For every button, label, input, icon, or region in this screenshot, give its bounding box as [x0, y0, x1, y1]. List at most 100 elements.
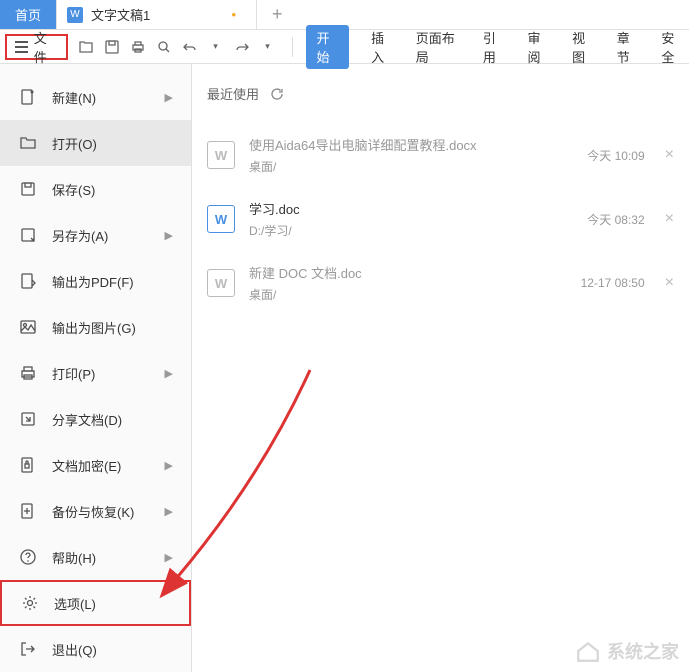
- divider: [292, 37, 293, 57]
- sidebar-item-label: 帮助(H): [52, 548, 96, 567]
- sidebar-item-new[interactable]: 新建(N) ▶: [0, 74, 191, 120]
- sidebar-item-label: 退出(Q): [52, 640, 97, 659]
- sidebar-item-label: 输出为PDF(F): [52, 272, 134, 291]
- remove-recent-icon[interactable]: ×: [665, 146, 674, 164]
- new-icon: [18, 87, 38, 107]
- modified-indicator: •: [231, 7, 236, 22]
- tab-document[interactable]: W 文字文稿1 •: [57, 0, 257, 29]
- redo-icon[interactable]: [232, 37, 252, 57]
- file-name: 使用Aida64导出电脑详细配置教程.docx: [249, 135, 587, 154]
- file-info: 学习.doc D:/学习/: [249, 199, 587, 239]
- word-file-icon: W: [207, 269, 235, 297]
- sidebar-item-label: 保存(S): [52, 180, 95, 199]
- sidebar-item-image[interactable]: 输出为图片(G): [0, 304, 191, 350]
- menu-chapter[interactable]: 章节: [617, 28, 640, 66]
- remove-recent-icon[interactable]: ×: [665, 210, 674, 228]
- sidebar-item-open[interactable]: 打开(O): [0, 120, 191, 166]
- exit-icon: [18, 639, 38, 659]
- sidebar-item-label: 文档加密(E): [52, 456, 121, 475]
- word-doc-icon: W: [67, 7, 83, 23]
- recent-content: 最近使用 W使用Aida64导出电脑详细配置教程.docx桌面/今天 10:09…: [192, 64, 689, 672]
- sidebar-item-encrypt[interactable]: 文档加密(E) ▶: [0, 442, 191, 488]
- tab-document-title: 文字文稿1: [91, 5, 150, 24]
- toolbar: 文件 ▾ ▾ 开始 插入 页面布局 引用 审阅 视图 章节 安全: [0, 30, 689, 64]
- hamburger-icon: [15, 41, 28, 53]
- file-list: W使用Aida64导出电脑详细配置教程.docx桌面/今天 10:09×W学习.…: [207, 123, 674, 315]
- file-name: 学习.doc: [249, 199, 587, 218]
- chevron-right-icon: ▶: [165, 459, 173, 472]
- options-icon: [20, 593, 40, 613]
- watermark-logo-icon: [575, 638, 601, 664]
- chevron-right-icon: ▶: [165, 505, 173, 518]
- sidebar-item-exit[interactable]: 退出(Q): [0, 626, 191, 672]
- file-sidebar: 新建(N) ▶ 打开(O) 保存(S) 另存为(A)▶ 输出为PDF(F) 输出为图片(G)…: [0, 64, 192, 672]
- redo-dropdown-icon[interactable]: ▾: [258, 37, 278, 57]
- save-icon[interactable]: [102, 37, 122, 57]
- saveas-icon: [18, 225, 38, 245]
- sidebar-item-label: 输出为图片(G): [52, 318, 136, 337]
- refresh-icon[interactable]: [269, 86, 285, 102]
- file-name: 新建 DOC 文档.doc: [249, 263, 581, 282]
- help-icon: [18, 547, 38, 567]
- quick-access-toolbar: ▾ ▾: [76, 37, 278, 57]
- menu-insert[interactable]: 插入: [371, 28, 394, 66]
- menu-start[interactable]: 开始: [306, 25, 349, 69]
- sidebar-item-label: 新建(N): [52, 88, 96, 107]
- menu-security[interactable]: 安全: [661, 28, 684, 66]
- tab-add-button[interactable]: +: [257, 0, 298, 29]
- open-folder-icon[interactable]: [76, 37, 96, 57]
- file-time: 今天 08:32: [587, 211, 644, 228]
- menu-review[interactable]: 审阅: [528, 28, 551, 66]
- chevron-right-icon: ▶: [165, 367, 173, 380]
- sidebar-item-print[interactable]: 打印(P) ▶: [0, 350, 191, 396]
- file-path: 桌面/: [249, 158, 587, 175]
- print-icon: [18, 363, 38, 383]
- share-icon: [18, 409, 38, 429]
- tab-home[interactable]: 首页: [0, 0, 57, 29]
- word-file-icon: W: [207, 141, 235, 169]
- file-menu-label: 文件: [34, 28, 58, 66]
- file-info: 新建 DOC 文档.doc 桌面/: [249, 263, 581, 303]
- sidebar-item-label: 备份与恢复(K): [52, 502, 134, 521]
- undo-dropdown-icon[interactable]: ▾: [206, 37, 226, 57]
- remove-recent-icon[interactable]: ×: [665, 274, 674, 292]
- file-path: 桌面/: [249, 286, 581, 303]
- recent-file-row[interactable]: W 学习.doc D:/学习/今天 08:32 ×: [207, 187, 674, 251]
- watermark: 系统之家: [575, 638, 679, 664]
- sidebar-item-label: 分享文档(D): [52, 410, 122, 429]
- chevron-right-icon: ▶: [165, 91, 173, 104]
- print-icon[interactable]: [128, 37, 148, 57]
- file-info: 使用Aida64导出电脑详细配置教程.docx 桌面/: [249, 135, 587, 175]
- main-area: 新建(N) ▶ 打开(O) 保存(S) 另存为(A)▶ 输出为PDF(F) 输出为图片(G)…: [0, 64, 689, 672]
- sidebar-item-pdf[interactable]: 输出为PDF(F): [0, 258, 191, 304]
- undo-icon[interactable]: [180, 37, 200, 57]
- recent-header: 最近使用: [207, 84, 674, 103]
- sidebar-item-saveas[interactable]: 另存为(A)▶: [0, 212, 191, 258]
- save-icon: [18, 179, 38, 199]
- preview-icon[interactable]: [154, 37, 174, 57]
- sidebar-item-backup[interactable]: 备份与恢复(K) ▶: [0, 488, 191, 534]
- menu-page-layout[interactable]: 页面布局: [416, 28, 461, 66]
- sidebar-item-label: 打开(O): [52, 134, 97, 153]
- file-time: 12-17 08:50: [581, 276, 645, 290]
- backup-icon: [18, 501, 38, 521]
- watermark-text: 系统之家: [607, 638, 679, 664]
- file-path: D:/学习/: [249, 222, 587, 239]
- sidebar-item-share[interactable]: 分享文档(D): [0, 396, 191, 442]
- sidebar-item-options[interactable]: 选项(L): [0, 580, 191, 626]
- menu-reference[interactable]: 引用: [483, 28, 506, 66]
- sidebar-item-help[interactable]: 帮助(H)▶: [0, 534, 191, 580]
- recent-file-row[interactable]: W 新建 DOC 文档.doc 桌面/12-17 08:50 ×: [207, 251, 674, 315]
- recent-file-row[interactable]: W使用Aida64导出电脑详细配置教程.docx桌面/今天 10:09×: [207, 123, 674, 187]
- word-file-icon: W: [207, 205, 235, 233]
- sidebar-item-label: 打印(P): [52, 364, 95, 383]
- image-icon: [18, 317, 38, 337]
- file-menu-button[interactable]: 文件: [5, 34, 68, 60]
- chevron-right-icon: ▶: [165, 229, 173, 242]
- pdf-icon: [18, 271, 38, 291]
- encrypt-icon: [18, 455, 38, 475]
- menu-view[interactable]: 视图: [572, 28, 595, 66]
- sidebar-item-save[interactable]: 保存(S): [0, 166, 191, 212]
- ribbon-menu: 开始 插入 页面布局 引用 审阅 视图 章节 安全: [306, 25, 684, 69]
- recent-label: 最近使用: [207, 84, 259, 103]
